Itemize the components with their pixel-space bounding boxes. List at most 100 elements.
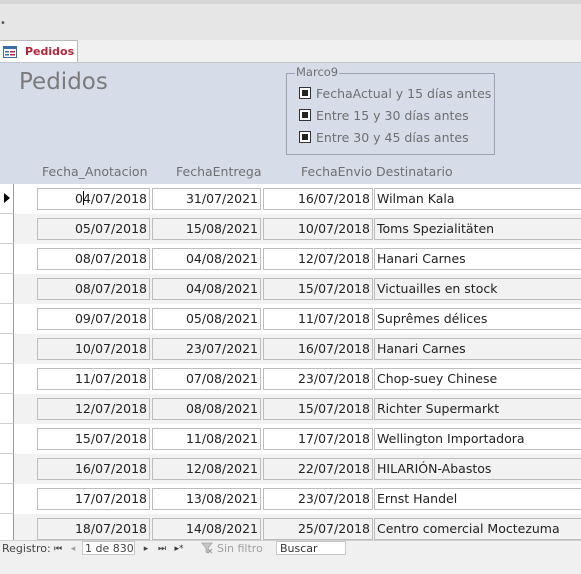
destinatario-field[interactable]: Wilman Kala xyxy=(374,188,581,210)
new-record-button[interactable]: ▸* xyxy=(171,542,187,556)
record-selector[interactable] xyxy=(0,514,14,541)
fecha-entrega-field[interactable]: 05/08/2021 xyxy=(152,308,261,330)
fecha-anotacion-field[interactable]: 15/07/2018 xyxy=(37,428,150,450)
destinatario-field[interactable]: HILARIÓN-Abastos xyxy=(374,458,581,480)
fecha-envio-field[interactable]: 22/07/2018 xyxy=(263,458,373,480)
fecha-entrega-field[interactable]: 07/08/2021 xyxy=(152,368,261,390)
fecha-anotacion-field[interactable]: 05/07/2018 xyxy=(37,218,150,240)
fecha-envio-field[interactable]: 25/07/2018 xyxy=(263,518,373,540)
checkbox[interactable] xyxy=(299,87,311,99)
destinatario-field[interactable]: Ernst Handel xyxy=(374,488,581,510)
table-row[interactable]: 16/07/2018 12/08/2021 22/07/2018 HILARIÓ… xyxy=(0,454,581,484)
record-navigation-bar: Registro: ⏮ ◂ 1 de 830 ▸ ⏭ ▸* Sin filtro… xyxy=(0,540,581,557)
ribbon-area: • xyxy=(0,0,581,41)
document-tab-bar: Pedidos xyxy=(0,40,581,62)
fecha-entrega-field[interactable]: 31/07/2021 xyxy=(152,188,261,210)
fecha-envio-field[interactable]: 17/07/2018 xyxy=(263,428,373,450)
record-selector[interactable] xyxy=(0,244,14,274)
record-selector[interactable] xyxy=(0,274,14,304)
destinatario-field[interactable]: Chop-suey Chinese xyxy=(374,368,581,390)
form-icon xyxy=(3,46,17,58)
fecha-anotacion-field[interactable]: 12/07/2018 xyxy=(37,398,150,420)
fecha-envio-field[interactable]: 15/07/2018 xyxy=(263,278,373,300)
destinatario-field[interactable]: Centro comercial Moctezuma xyxy=(374,518,581,540)
table-row[interactable]: 18/07/2018 14/08/2021 25/07/2018 Centro … xyxy=(0,514,581,541)
fecha-envio-field[interactable]: 23/07/2018 xyxy=(263,488,373,510)
destinatario-field[interactable]: Victuailles en stock xyxy=(374,278,581,300)
option-label: Entre 15 y 30 días antes xyxy=(316,108,469,123)
fecha-entrega-field[interactable]: 13/08/2021 xyxy=(152,488,261,510)
record-selector[interactable] xyxy=(0,454,14,484)
record-selector[interactable] xyxy=(0,304,14,334)
destinatario-field[interactable]: Toms Spezialitäten xyxy=(374,218,581,240)
table-row[interactable]: 08/07/2018 04/08/2021 12/07/2018 Hanari … xyxy=(0,244,581,274)
fecha-envio-field[interactable]: 12/07/2018 xyxy=(263,248,373,270)
fecha-anotacion-field[interactable]: 11/07/2018 xyxy=(37,368,150,390)
filter-toggle[interactable]: Sin filtro xyxy=(201,542,263,555)
fecha-envio-field[interactable]: 23/07/2018 xyxy=(263,368,373,390)
destinatario-field[interactable]: Hanari Carnes xyxy=(374,248,581,270)
record-selector[interactable] xyxy=(0,334,14,364)
table-row[interactable]: 08/07/2018 04/08/2021 15/07/2018 Victuai… xyxy=(0,274,581,304)
option-label: Entre 30 y 45 días antes xyxy=(316,130,469,145)
table-row[interactable]: 17/07/2018 13/08/2021 23/07/2018 Ernst H… xyxy=(0,484,581,514)
table-row[interactable]: 09/07/2018 05/08/2021 11/07/2018 Suprême… xyxy=(0,304,581,334)
destinatario-field[interactable]: Suprêmes délices xyxy=(374,308,581,330)
fecha-anotacion-field[interactable]: 17/07/2018 xyxy=(37,488,150,510)
fecha-entrega-field[interactable]: 23/07/2021 xyxy=(152,338,261,360)
record-selector[interactable] xyxy=(0,424,14,454)
fecha-anotacion-field[interactable]: 18/07/2018 xyxy=(37,518,150,540)
filter-label: Sin filtro xyxy=(217,542,263,555)
table-row[interactable]: 15/07/2018 11/08/2021 17/07/2018 Welling… xyxy=(0,424,581,454)
status-bar xyxy=(0,556,581,574)
fecha-anotacion-field[interactable]: 16/07/2018 xyxy=(37,458,150,480)
fecha-entrega-field[interactable]: 04/08/2021 xyxy=(152,248,261,270)
fecha-anotacion-field[interactable]: 08/07/2018 xyxy=(37,248,150,270)
column-header-fecha-envio: FechaEnvio xyxy=(301,164,372,179)
cell-text: 4/07/2018 xyxy=(82,191,147,206)
record-selector[interactable] xyxy=(0,214,14,244)
table-row[interactable]: 11/07/2018 07/08/2021 23/07/2018 Chop-su… xyxy=(0,364,581,394)
fecha-entrega-field[interactable]: 12/08/2021 xyxy=(152,458,261,480)
checkbox[interactable] xyxy=(299,131,311,143)
first-record-button[interactable]: ⏮ xyxy=(52,542,64,556)
record-selector[interactable] xyxy=(0,364,14,394)
table-row[interactable]: 10/07/2018 23/07/2021 16/07/2018 Hanari … xyxy=(0,334,581,364)
checkbox[interactable] xyxy=(299,109,311,121)
fecha-anotacion-field[interactable]: 08/07/2018 xyxy=(37,278,150,300)
table-row[interactable]: 05/07/2018 15/08/2021 10/07/2018 Toms Sp… xyxy=(0,214,581,244)
destinatario-field[interactable]: Richter Supermarkt xyxy=(374,398,581,420)
destinatario-field[interactable]: Hanari Carnes xyxy=(374,338,581,360)
fecha-anotacion-field[interactable]: 09/07/2018 xyxy=(37,308,150,330)
ribbon-edge xyxy=(0,0,581,4)
fecha-envio-field[interactable]: 16/07/2018 xyxy=(263,338,373,360)
fecha-entrega-field[interactable]: 14/08/2021 xyxy=(152,518,261,540)
fecha-entrega-field[interactable]: 08/08/2021 xyxy=(152,398,261,420)
fecha-envio-field[interactable]: 16/07/2018 xyxy=(263,188,373,210)
fecha-entrega-field[interactable]: 11/08/2021 xyxy=(152,428,261,450)
destinatario-field[interactable]: Wellington Importadora xyxy=(374,428,581,450)
fecha-anotacion-field[interactable]: 04/07/2018 xyxy=(37,188,150,210)
form-pedidos: Pedidos Marco9 FechaActual y 15 días ant… xyxy=(0,62,581,541)
next-record-button[interactable]: ▸ xyxy=(140,542,152,556)
previous-record-button[interactable]: ◂ xyxy=(67,542,79,556)
tab-pedidos[interactable]: Pedidos xyxy=(0,40,78,62)
search-input[interactable]: Buscar xyxy=(276,541,346,555)
ribbon-fragment: • xyxy=(0,18,6,29)
last-record-button[interactable]: ⏭ xyxy=(156,542,168,556)
fecha-anotacion-field[interactable]: 10/07/2018 xyxy=(37,338,150,360)
fecha-entrega-field[interactable]: 15/08/2021 xyxy=(152,218,261,240)
record-selector[interactable] xyxy=(0,394,14,424)
fecha-entrega-field[interactable]: 04/08/2021 xyxy=(152,278,261,300)
fecha-envio-field[interactable]: 11/07/2018 xyxy=(263,308,373,330)
record-position-input[interactable]: 1 de 830 xyxy=(82,541,135,555)
record-selector[interactable] xyxy=(0,484,14,514)
record-label: Registro: xyxy=(2,542,51,555)
table-row[interactable]: 12/07/2018 08/08/2021 15/07/2018 Richter… xyxy=(0,394,581,424)
record-selector[interactable] xyxy=(0,184,14,214)
column-header-destinatario: Destinatario xyxy=(376,164,453,179)
table-row[interactable]: 04/07/2018 31/07/2021 16/07/2018 Wilman … xyxy=(0,184,581,214)
current-record-arrow-icon xyxy=(4,193,10,203)
fecha-envio-field[interactable]: 10/07/2018 xyxy=(263,218,373,240)
fecha-envio-field[interactable]: 15/07/2018 xyxy=(263,398,373,420)
